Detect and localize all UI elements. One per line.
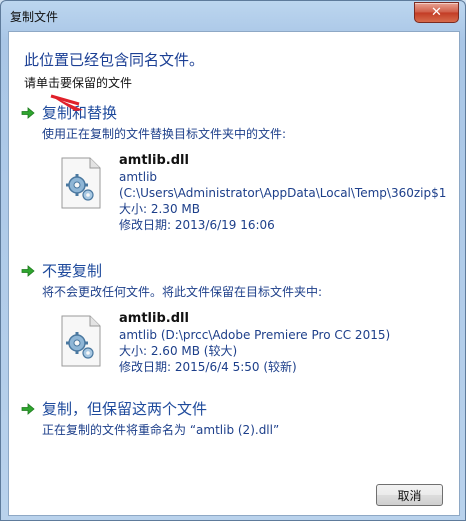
copy-file-dialog: 复制文件 ✕ 此位置已经包含同名文件。 请单击要保留的文件 复制和替换 使用正在… <box>0 0 466 521</box>
option-copy-and-replace[interactable]: 复制和替换 使用正在复制的文件替换目标文件夹中的文件: amtlib.dll a… <box>21 102 451 247</box>
close-button[interactable]: ✕ <box>414 2 459 23</box>
file-location-path: (C:\Users\Administrator\AppData\Local\Te… <box>119 186 447 200</box>
file-details: amtlib.dll amtlib (C:\Users\Administrato… <box>21 152 451 247</box>
dialog-heading: 此位置已经包含同名文件。 <box>24 51 205 69</box>
file-modified-date: 修改日期: 2013/6/19 16:06 <box>119 218 275 232</box>
file-name: amtlib.dll <box>119 311 189 326</box>
dialog-subheading: 请单击要保留的文件 <box>24 76 133 90</box>
file-location: amtlib <box>119 170 158 184</box>
dll-file-gear-icon <box>61 315 101 367</box>
option-dont-copy[interactable]: 不要复制 将不会更改任何文件。将此文件保留在目标文件夹中: amtlib.dll… <box>21 260 451 405</box>
option-title: 不要复制 <box>42 262 103 280</box>
red-pointer-arrow-icon <box>50 94 83 111</box>
green-arrow-icon <box>21 107 35 119</box>
file-size: 大小: 2.30 MB <box>119 202 200 216</box>
file-info: amtlib.dll amtlib (D:\prcc\Adobe Premier… <box>119 310 449 375</box>
option-title: 复制，但保留这两个文件 <box>42 400 208 418</box>
dll-file-gear-icon <box>61 157 101 209</box>
cancel-button[interactable]: 取消 <box>376 484 443 506</box>
file-details: amtlib.dll amtlib (D:\prcc\Adobe Premier… <box>21 310 451 405</box>
window-title: 复制文件 <box>10 10 59 24</box>
file-name: amtlib.dll <box>119 153 189 168</box>
option-description: 正在复制的文件将重命名为 “amtlib (2).dll” <box>42 423 280 437</box>
green-arrow-icon <box>21 265 35 277</box>
green-arrow-icon <box>21 403 35 415</box>
option-description: 使用正在复制的文件替换目标文件夹中的文件: <box>42 127 287 141</box>
file-modified-date: 修改日期: 2015/6/4 5:50 (较新) <box>119 360 297 374</box>
option-copy-keep-both[interactable]: 复制，但保留这两个文件 正在复制的文件将重命名为 “amtlib (2).dll… <box>21 398 451 438</box>
option-description: 将不会更改任何文件。将此文件保留在目标文件夹中: <box>42 285 323 299</box>
close-icon: ✕ <box>431 5 442 20</box>
file-size: 大小: 2.60 MB (较大) <box>119 344 238 358</box>
title-bar[interactable]: 复制文件 ✕ <box>1 1 465 31</box>
file-info: amtlib.dll amtlib (C:\Users\Administrato… <box>119 152 449 233</box>
file-location: amtlib (D:\prcc\Adobe Premiere Pro CC 20… <box>119 328 391 342</box>
dialog-content: 此位置已经包含同名文件。 请单击要保留的文件 复制和替换 使用正在复制的文件替换… <box>8 31 460 516</box>
